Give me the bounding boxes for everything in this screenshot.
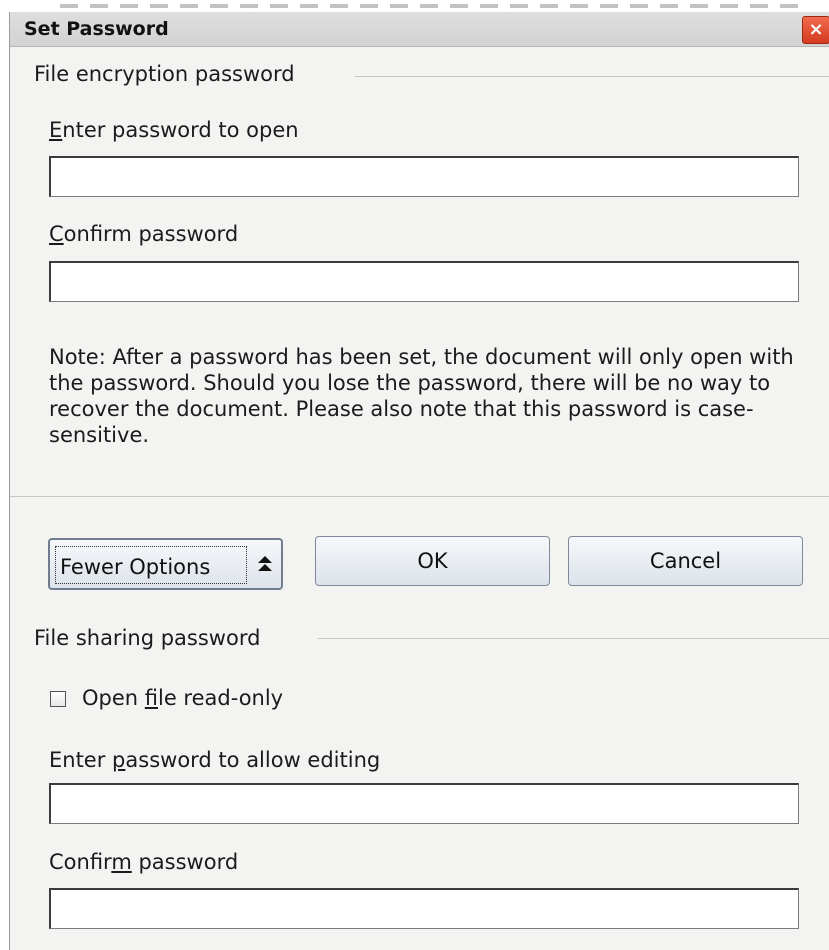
read-only-checkbox[interactable] xyxy=(50,691,66,707)
edit-password-label: Enter password to allow editing xyxy=(49,748,380,772)
encryption-section-title: File encryption password xyxy=(34,62,303,86)
sharing-section-title: File sharing password xyxy=(34,626,269,650)
confirm-edit-accesskey: m xyxy=(111,850,132,874)
confirm-password-input[interactable] xyxy=(49,261,799,302)
edit-password-accesskey: p xyxy=(112,748,126,772)
confirm-password-label: Confirm password xyxy=(49,222,238,246)
double-chevron-up-icon xyxy=(257,554,273,577)
cancel-button[interactable]: Cancel xyxy=(568,536,803,586)
fewer-options-button[interactable]: Fewer Options xyxy=(48,538,283,590)
read-only-label-suffix: ile read-only xyxy=(158,686,284,710)
dialog-title: Set Password xyxy=(24,18,169,40)
edit-password-label-prefix: Enter xyxy=(49,748,113,772)
confirm-edit-password-input[interactable] xyxy=(49,888,799,929)
open-password-accesskey: E xyxy=(49,118,63,142)
read-only-label[interactable]: Open file read-only xyxy=(82,686,283,710)
title-bar[interactable]: Set Password × xyxy=(10,12,829,47)
sharing-section-rule xyxy=(318,638,829,639)
background-window-edge xyxy=(0,0,829,12)
background-text-fragment xyxy=(60,4,800,8)
encryption-section-rule xyxy=(355,76,829,77)
confirm-edit-label-suffix: password xyxy=(131,850,239,874)
confirm-password-label-text: onfirm password xyxy=(63,222,239,246)
confirm-password-accesskey: C xyxy=(49,222,64,246)
read-only-label-prefix: Open xyxy=(82,686,145,710)
open-password-label-text: nter password to open xyxy=(62,118,299,142)
fewer-options-label: Fewer Options xyxy=(60,555,211,579)
open-password-label: Enter password to open xyxy=(49,118,299,142)
edit-password-input[interactable] xyxy=(49,783,799,824)
close-icon[interactable]: × xyxy=(802,16,829,44)
confirm-edit-label-prefix: Confir xyxy=(49,850,112,874)
password-note: Note: After a password has been set, the… xyxy=(49,345,794,447)
set-password-dialog: Set Password × File encryption password … xyxy=(9,12,829,950)
open-password-input[interactable] xyxy=(49,156,799,197)
confirm-edit-password-label: Confirm password xyxy=(49,850,238,874)
dialog-separator xyxy=(10,496,829,497)
read-only-accesskey: f xyxy=(144,686,158,710)
ok-button[interactable]: OK xyxy=(315,536,550,586)
fewer-options-focus-ring: Fewer Options xyxy=(55,546,247,584)
edit-password-label-suffix: assword to allow editing xyxy=(125,748,381,772)
